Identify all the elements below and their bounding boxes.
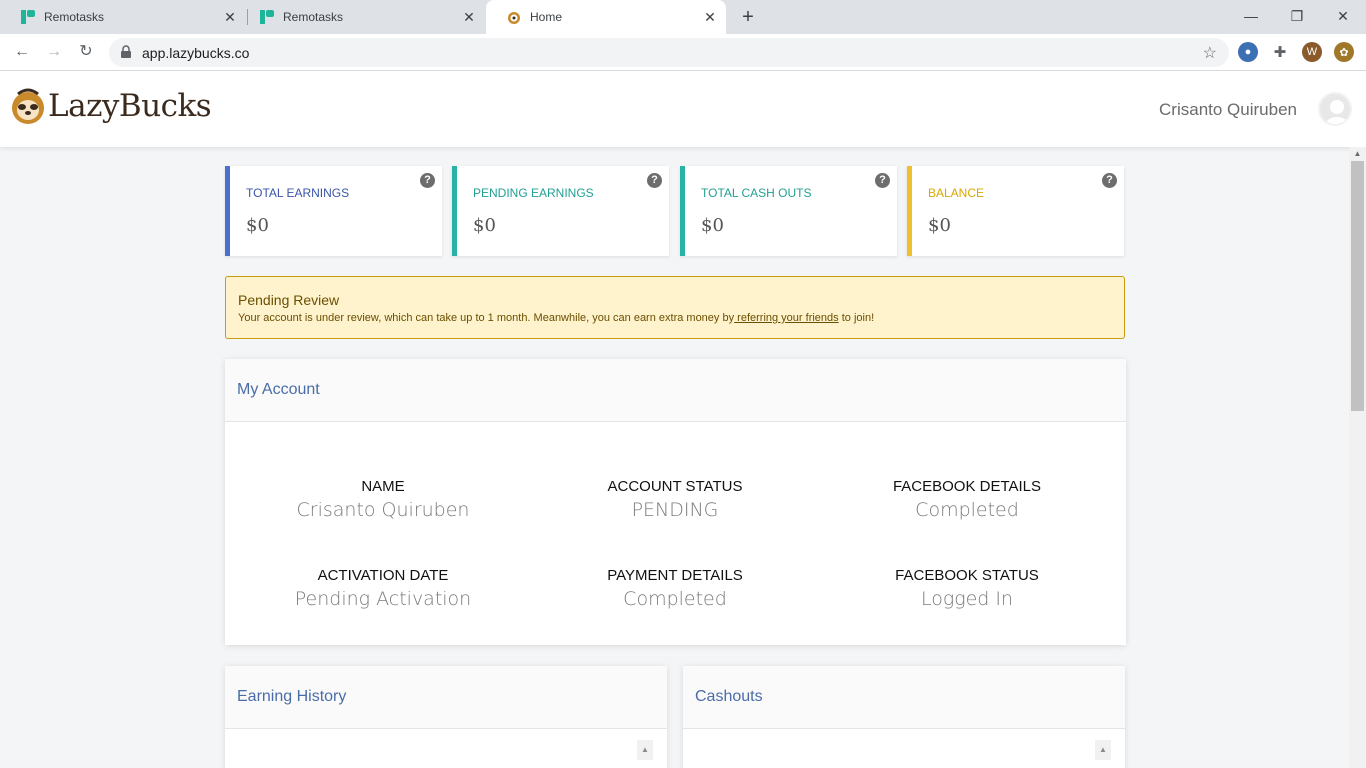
browser-tab-remotasks-2[interactable]: Remotasks ✕ (239, 0, 485, 34)
profile-w-icon[interactable]: W (1302, 42, 1322, 62)
close-tab-icon[interactable]: ✕ (702, 9, 718, 25)
browser-tab-home[interactable]: Home ✕ (486, 0, 726, 34)
field-label: ACTIVATION DATE (317, 567, 449, 584)
tab-title: Remotasks (44, 10, 105, 24)
card-label: PENDING EARNINGS (473, 186, 594, 200)
site-header: LazyBucks Crisanto Quiruben (0, 71, 1366, 147)
tab-title: Home (530, 10, 563, 24)
remotasks-icon (20, 9, 36, 25)
forward-icon[interactable]: → (44, 42, 64, 62)
user-name[interactable]: Crisanto Quiruben (1159, 100, 1297, 120)
field-label: PAYMENT DETAILS (607, 567, 743, 584)
lock-icon (119, 45, 133, 59)
card-accent-bar (680, 166, 685, 256)
scroll-up-icon[interactable]: ▲ (1349, 147, 1366, 161)
field-payment-details: PAYMENT DETAILS Completed (525, 567, 825, 610)
help-icon[interactable]: ? (647, 173, 662, 188)
cashouts-panel: Cashouts ▲ (683, 666, 1125, 768)
field-activation-date: ACTIVATION DATE Pending Activation (233, 567, 533, 610)
bookmark-star-icon[interactable]: ☆ (1203, 43, 1217, 63)
card-label: TOTAL EARNINGS (246, 186, 350, 200)
remotasks-icon (259, 9, 275, 25)
lazybucks-icon (506, 9, 522, 25)
new-tab-button[interactable]: + (738, 7, 758, 27)
my-account-panel: My Account NAME Crisanto Quiruben ACCOUN… (225, 359, 1126, 645)
scroll-up-arrow-icon[interactable]: ▲ (637, 740, 653, 760)
panel-header: Earning History (225, 666, 667, 729)
help-icon[interactable]: ? (420, 173, 435, 188)
close-tab-icon[interactable]: ✕ (222, 9, 238, 25)
browser-tab-remotasks-1[interactable]: Remotasks ✕ (0, 0, 246, 34)
card-value: $0 (928, 215, 951, 236)
field-label: ACCOUNT STATUS (607, 478, 743, 495)
alert-message-tail: to join! (838, 312, 875, 324)
total-earnings-card: TOTAL EARNINGS $0 ? (225, 166, 442, 256)
panel-title: Earning History (237, 688, 347, 705)
reload-icon[interactable]: ↻ (76, 42, 96, 62)
lazybucks-logo[interactable]: LazyBucks (10, 86, 212, 126)
address-bar[interactable]: app.lazybucks.co ☆ (109, 38, 1229, 67)
close-window-icon[interactable]: ✕ (1333, 6, 1353, 26)
field-facebook-details: FACEBOOK DETAILS Completed (817, 478, 1117, 521)
browser-tab-strip: Remotasks ✕ Remotasks ✕ Home ✕ + — ❐ ✕ (0, 0, 1366, 34)
url-text: app.lazybucks.co (142, 45, 250, 61)
field-value: PENDING (631, 499, 719, 521)
field-facebook-status: FACEBOOK STATUS Logged In (817, 567, 1117, 610)
pending-earnings-card: PENDING EARNINGS $0 ? (452, 166, 669, 256)
minimize-icon[interactable]: — (1241, 6, 1261, 26)
page-scrollbar[interactable]: ▲ (1349, 147, 1366, 768)
menu-extension-icon[interactable]: ✿ (1334, 42, 1354, 62)
scrollbar-thumb[interactable] (1351, 161, 1364, 411)
alert-title: Pending Review (238, 292, 340, 308)
card-label: BALANCE (928, 186, 985, 200)
close-tab-icon[interactable]: ✕ (461, 9, 477, 25)
card-value: $0 (701, 215, 724, 236)
extensions-puzzle-icon[interactable]: ✚ (1270, 42, 1290, 62)
restore-icon[interactable]: ❐ (1287, 6, 1307, 26)
card-accent-bar (225, 166, 230, 256)
browser-toolbar: ← → ↻ app.lazybucks.co ☆ ● ✚ W ✿ (0, 34, 1366, 71)
panel-header: My Account (225, 359, 1126, 422)
field-value: Pending Activation (294, 588, 472, 610)
earning-history-panel: Earning History ▲ (225, 666, 667, 768)
avatar[interactable] (1318, 92, 1352, 126)
card-label: TOTAL CASH OUTS (701, 186, 812, 200)
field-name: NAME Crisanto Quiruben (233, 478, 533, 521)
balance-card: BALANCE $0 ? (907, 166, 1124, 256)
field-value: Completed (623, 588, 727, 610)
alert-message: Your account is under review, which can … (238, 312, 874, 324)
panel-title: Cashouts (695, 688, 763, 705)
sloth-logo-icon (12, 88, 44, 124)
card-accent-bar (907, 166, 912, 256)
pending-review-alert: Pending Review Your account is under rev… (225, 276, 1125, 339)
total-cash-outs-card: TOTAL CASH OUTS $0 ? (680, 166, 897, 256)
tab-title: Remotasks (283, 10, 344, 24)
help-icon[interactable]: ? (1102, 173, 1117, 188)
card-value: $0 (473, 215, 496, 236)
field-value: Crisanto Quiruben (296, 499, 470, 521)
panel-header: Cashouts (683, 666, 1125, 729)
globe-extension-icon[interactable]: ● (1238, 42, 1258, 62)
field-value: Completed (915, 499, 1019, 521)
panel-title: My Account (237, 381, 320, 398)
scroll-up-arrow-icon[interactable]: ▲ (1095, 740, 1111, 760)
help-icon[interactable]: ? (875, 173, 890, 188)
logo-text: LazyBucks (48, 88, 212, 124)
field-label: NAME (361, 478, 405, 495)
field-label: FACEBOOK STATUS (895, 567, 1039, 584)
back-icon[interactable]: ← (12, 42, 32, 62)
field-value: Logged In (920, 588, 1014, 610)
referral-link[interactable]: referring your friends (734, 312, 839, 324)
field-label: FACEBOOK DETAILS (892, 478, 1042, 495)
field-account-status: ACCOUNT STATUS PENDING (525, 478, 825, 521)
card-accent-bar (452, 166, 457, 256)
alert-message-text: Your account is under review, which can … (238, 312, 735, 324)
card-value: $0 (246, 215, 269, 236)
